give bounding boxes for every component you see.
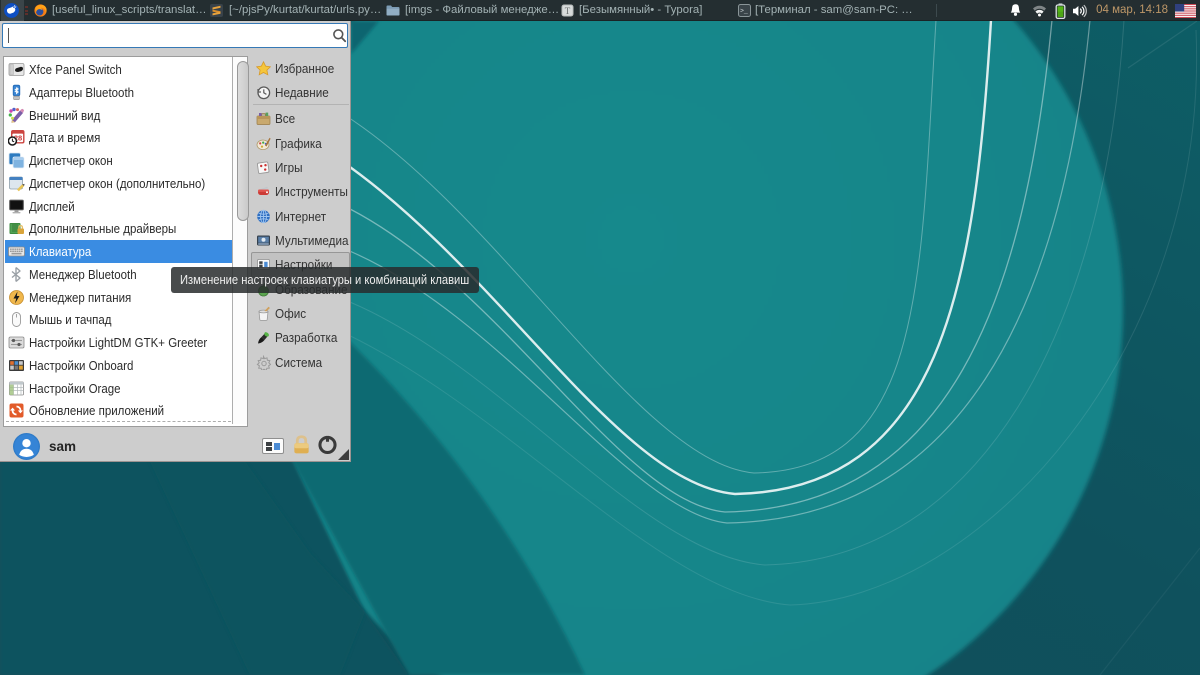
- svg-text:T: T: [565, 6, 571, 16]
- svg-text:>_: >_: [740, 8, 748, 15]
